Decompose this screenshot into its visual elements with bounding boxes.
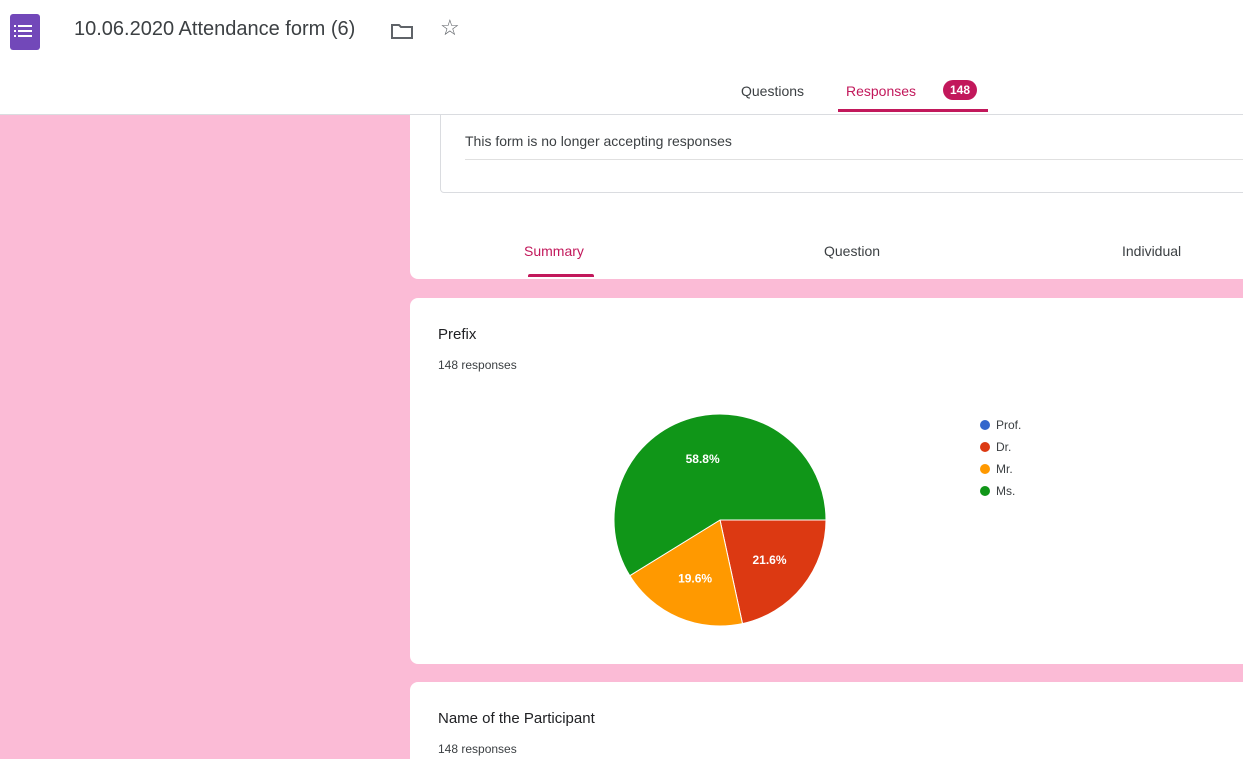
question-card-name: Name of the Participant 148 responses [410,682,1243,782]
legend-label: Ms. [996,484,1016,498]
tab-responses[interactable]: Responses [846,83,916,99]
summary-tab-indicator [528,274,594,277]
question-title: Name of the Participant [438,710,595,727]
question-card-prefix: Prefix 148 responses 21.6% 19.6% 58.8% Pro… [410,298,1243,664]
pie-chart: 21.6% 19.6% 58.8% [613,413,827,627]
legend-swatch [980,464,990,474]
legend-label: Dr. [996,440,1012,454]
response-count: 148 responses [438,742,517,756]
responses-header-card: This form is no longer accepting respons… [410,115,1243,279]
legend-label: Prof. [996,418,1022,432]
legend-label: Mr. [996,462,1013,476]
active-tab-indicator [838,109,988,112]
tab-question[interactable]: Question [824,243,880,259]
folder-icon[interactable] [391,23,413,39]
forms-app-icon[interactable] [10,14,40,50]
pie-data-label: 58.8% [686,452,720,466]
star-icon[interactable]: ☆ [440,17,460,39]
legend-item: Ms. [980,480,1021,502]
tab-summary[interactable]: Summary [524,243,584,259]
main-tabs: Questions Responses 148 [0,70,1243,115]
legend-swatch [980,420,990,430]
closed-message: This form is no longer accepting respons… [465,133,732,149]
closed-status-box: This form is no longer accepting respons… [440,115,1243,193]
pie-data-label: 21.6% [752,553,786,567]
legend-item: Mr. [980,458,1021,480]
top-bar: 10.06.2020 Attendance form (6) ☆ [0,0,1243,70]
legend-item: Prof. [980,414,1021,436]
legend-swatch [980,486,990,496]
responses-count-badge: 148 [943,80,977,100]
tab-questions[interactable]: Questions [741,83,804,99]
tab-individual[interactable]: Individual [1122,243,1181,259]
pie-data-label: 19.6% [678,572,712,586]
chart-legend: Prof. Dr. Mr. Ms. [980,414,1021,502]
document-title[interactable]: 10.06.2020 Attendance form (6) [74,18,355,41]
closed-divider [465,159,1243,160]
legend-swatch [980,442,990,452]
legend-item: Dr. [980,436,1021,458]
